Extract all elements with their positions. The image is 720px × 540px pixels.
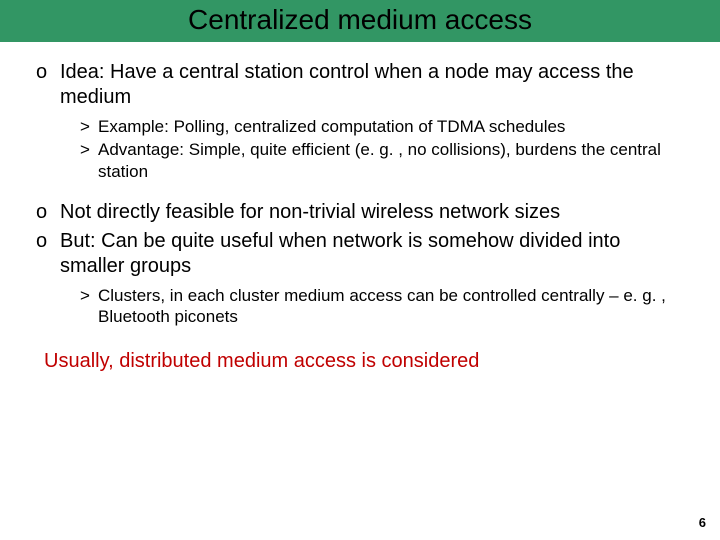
sub-text: Example: Polling, centralized computatio… [98,116,684,137]
closing-note: Usually, distributed medium access is co… [44,349,684,374]
sub-marker: > [80,285,98,328]
sub-marker: > [80,139,98,182]
sub-marker: > [80,116,98,137]
sub-text: Clusters, in each cluster medium access … [98,285,684,328]
bullet-marker: o [36,229,60,279]
bullet-text: Not directly feasible for non-trivial wi… [60,200,684,225]
sub-list: > Clusters, in each cluster medium acces… [80,285,684,328]
title-bar: Centralized medium access [0,0,720,42]
page-number: 6 [699,515,706,530]
bullet-marker: o [36,60,60,110]
bullet-main: o Not directly feasible for non-trivial … [36,200,684,225]
bullet-marker: o [36,200,60,225]
bullet-main: o Idea: Have a central station control w… [36,60,684,110]
bullet-sub: > Advantage: Simple, quite efficient (e.… [80,139,684,182]
sub-list: > Example: Polling, centralized computat… [80,116,684,182]
slide-title: Centralized medium access [0,4,720,36]
bullet-sub: > Clusters, in each cluster medium acces… [80,285,684,328]
bullet-text: Idea: Have a central station control whe… [60,60,684,110]
bullet-sub: > Example: Polling, centralized computat… [80,116,684,137]
bullet-main: o But: Can be quite useful when network … [36,229,684,279]
bullet-text: But: Can be quite useful when network is… [60,229,684,279]
sub-text: Advantage: Simple, quite efficient (e. g… [98,139,684,182]
slide-body: o Idea: Have a central station control w… [0,42,720,374]
